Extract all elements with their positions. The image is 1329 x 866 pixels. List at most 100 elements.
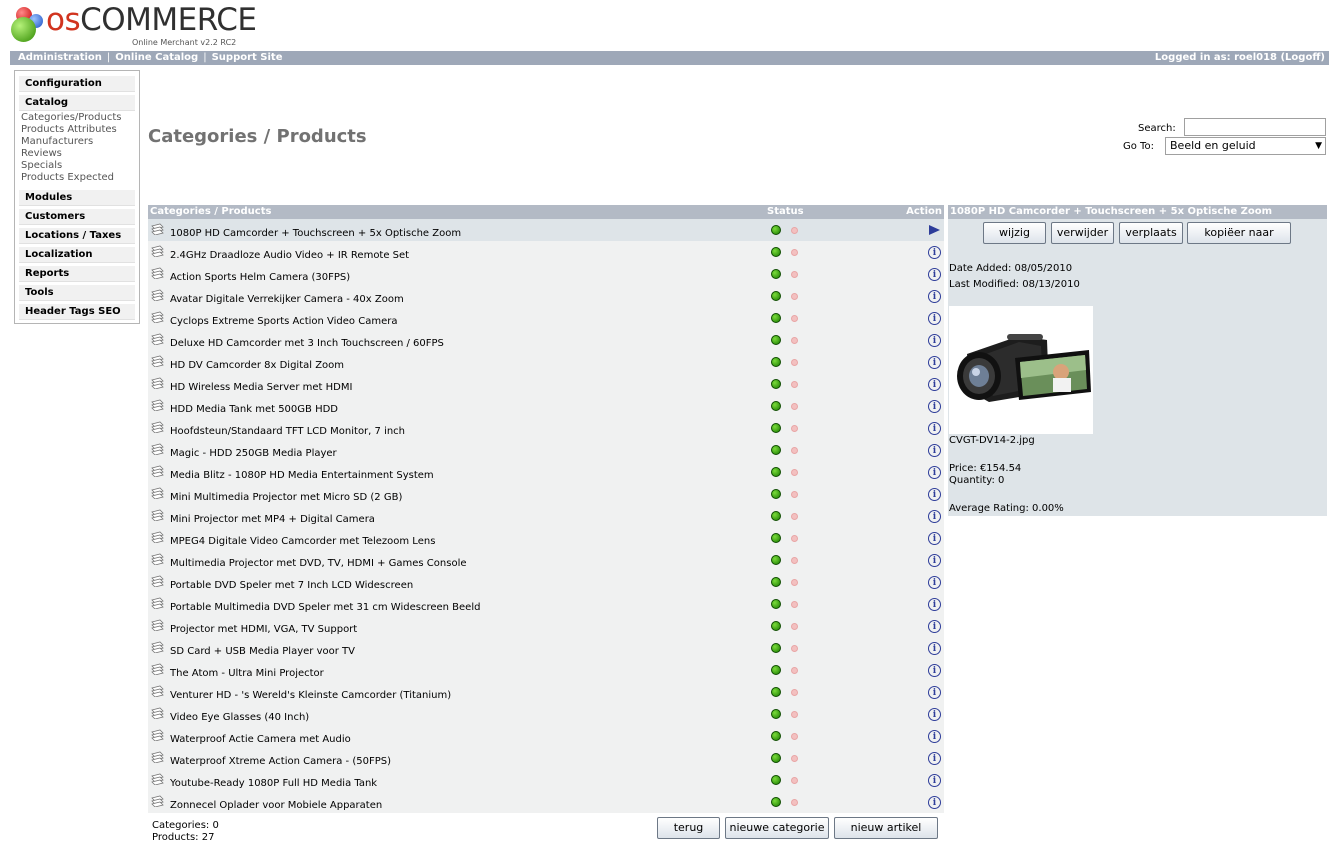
- product-preview-icon[interactable]: [151, 289, 164, 301]
- product-row[interactable]: HD DV Camcorder 8x Digital Zoom i: [148, 351, 944, 373]
- sidebar-item-tools[interactable]: Tools: [19, 285, 135, 301]
- edit-product-button[interactable]: wijzig: [983, 222, 1046, 244]
- status-red-icon[interactable]: [791, 689, 798, 696]
- product-name[interactable]: SD Card + USB Media Player voor TV: [170, 646, 355, 657]
- info-icon[interactable]: i: [928, 576, 941, 589]
- product-name[interactable]: Portable DVD Speler met 7 Inch LCD Wides…: [170, 580, 413, 591]
- product-row[interactable]: Mini Multimedia Projector met Micro SD (…: [148, 483, 944, 505]
- product-row[interactable]: Avatar Digitale Verrekijker Camera - 40x…: [148, 285, 944, 307]
- sidebar-subitem-reviews[interactable]: Reviews: [21, 148, 121, 160]
- sidebar-item-locations-taxes[interactable]: Locations / Taxes: [19, 228, 135, 244]
- product-name[interactable]: HD DV Camcorder 8x Digital Zoom: [170, 360, 344, 371]
- status-red-icon[interactable]: [791, 447, 798, 454]
- info-icon[interactable]: i: [928, 422, 941, 435]
- product-row[interactable]: MPEG4 Digitale Video Camcorder met Telez…: [148, 527, 944, 549]
- status-red-icon[interactable]: [791, 359, 798, 366]
- sidebar-item-modules[interactable]: Modules: [19, 190, 135, 206]
- search-input[interactable]: [1184, 118, 1326, 136]
- product-row[interactable]: 1080P HD Camcorder + Touchscreen + 5x Op…: [148, 219, 944, 241]
- product-preview-icon[interactable]: [151, 355, 164, 367]
- info-icon[interactable]: i: [928, 664, 941, 677]
- status-red-icon[interactable]: [791, 381, 798, 388]
- info-icon[interactable]: i: [928, 796, 941, 809]
- info-icon[interactable]: i: [928, 290, 941, 303]
- product-preview-icon[interactable]: [151, 531, 164, 543]
- online-catalog-link[interactable]: Online Catalog: [115, 52, 198, 63]
- sidebar-item-configuration[interactable]: Configuration: [19, 76, 135, 92]
- product-row[interactable]: The Atom - Ultra Mini Projector i: [148, 659, 944, 681]
- product-preview-icon[interactable]: [151, 685, 164, 697]
- status-red-icon[interactable]: [791, 777, 798, 784]
- product-name[interactable]: Multimedia Projector met DVD, TV, HDMI +…: [170, 558, 467, 569]
- support-site-link[interactable]: Support Site: [212, 52, 283, 63]
- logged-in-status[interactable]: Logged in as: roel018 (Logoff): [1155, 51, 1325, 65]
- product-row[interactable]: Action Sports Helm Camera (30FPS) i: [148, 263, 944, 285]
- product-preview-icon[interactable]: [151, 333, 164, 345]
- product-row[interactable]: Cyclops Extreme Sports Action Video Came…: [148, 307, 944, 329]
- status-red-icon[interactable]: [791, 711, 798, 718]
- info-icon[interactable]: i: [928, 752, 941, 765]
- product-preview-icon[interactable]: [151, 641, 164, 653]
- info-icon[interactable]: i: [928, 642, 941, 655]
- product-row[interactable]: Portable Multimedia DVD Speler met 31 cm…: [148, 593, 944, 615]
- product-preview-icon[interactable]: [151, 311, 164, 323]
- info-icon[interactable]: i: [928, 246, 941, 259]
- product-preview-icon[interactable]: [151, 751, 164, 763]
- product-name[interactable]: Action Sports Helm Camera (30FPS): [170, 272, 350, 283]
- info-icon[interactable]: i: [928, 774, 941, 787]
- delete-product-button[interactable]: verwijder: [1051, 222, 1114, 244]
- sidebar-subitem-specials[interactable]: Specials: [21, 160, 121, 172]
- info-icon[interactable]: i: [928, 686, 941, 699]
- status-red-icon[interactable]: [791, 271, 798, 278]
- product-name[interactable]: 2.4GHz Draadloze Audio Video + IR Remote…: [170, 250, 409, 261]
- product-name[interactable]: Hoofdsteun/Standaard TFT LCD Monitor, 7 …: [170, 426, 405, 437]
- administration-link[interactable]: Administration: [18, 52, 102, 63]
- product-preview-icon[interactable]: [151, 707, 164, 719]
- status-red-icon[interactable]: [791, 337, 798, 344]
- product-preview-icon[interactable]: [151, 377, 164, 389]
- sidebar-item-header-tags-seo[interactable]: Header Tags SEO: [19, 304, 135, 320]
- new-product-button[interactable]: nieuw artikel: [834, 817, 938, 839]
- back-button[interactable]: terug: [657, 817, 720, 839]
- info-icon[interactable]: i: [928, 598, 941, 611]
- status-red-icon[interactable]: [791, 579, 798, 586]
- status-red-icon[interactable]: [791, 623, 798, 630]
- info-icon[interactable]: i: [928, 444, 941, 457]
- product-row[interactable]: 2.4GHz Draadloze Audio Video + IR Remote…: [148, 241, 944, 263]
- oscommerce-logo[interactable]: osCOMMERCE Online Merchant v2.2 RC2: [10, 2, 257, 48]
- info-icon[interactable]: i: [928, 488, 941, 501]
- status-red-icon[interactable]: [791, 491, 798, 498]
- product-name[interactable]: Portable Multimedia DVD Speler met 31 cm…: [170, 602, 480, 613]
- sidebar-subitem-manufacturers[interactable]: Manufacturers: [21, 136, 121, 148]
- product-name[interactable]: Video Eye Glasses (40 Inch): [170, 712, 309, 723]
- product-row[interactable]: SD Card + USB Media Player voor TV i: [148, 637, 944, 659]
- status-red-icon[interactable]: [791, 601, 798, 608]
- info-icon[interactable]: i: [928, 334, 941, 347]
- product-name[interactable]: Venturer HD - 's Wereld's Kleinste Camco…: [170, 690, 451, 701]
- product-row[interactable]: HD Wireless Media Server met HDMI i: [148, 373, 944, 395]
- product-preview-icon[interactable]: [151, 575, 164, 587]
- status-red-icon[interactable]: [791, 249, 798, 256]
- product-row[interactable]: HDD Media Tank met 500GB HDD i: [148, 395, 944, 417]
- info-icon[interactable]: i: [928, 532, 941, 545]
- sidebar-subitem-categories-products[interactable]: Categories/Products: [21, 112, 121, 124]
- sidebar-item-catalog[interactable]: Catalog: [19, 95, 135, 111]
- info-icon[interactable]: i: [928, 620, 941, 633]
- copy-product-button[interactable]: kopiëer naar: [1187, 222, 1291, 244]
- product-row[interactable]: Multimedia Projector met DVD, TV, HDMI +…: [148, 549, 944, 571]
- product-row[interactable]: Projector met HDMI, VGA, TV Support i: [148, 615, 944, 637]
- status-red-icon[interactable]: [791, 557, 798, 564]
- product-name[interactable]: Media Blitz - 1080P HD Media Entertainme…: [170, 470, 434, 481]
- status-red-icon[interactable]: [791, 425, 798, 432]
- move-product-button[interactable]: verplaats: [1119, 222, 1183, 244]
- info-icon[interactable]: i: [928, 268, 941, 281]
- product-name[interactable]: Magic - HDD 250GB Media Player: [170, 448, 337, 459]
- info-icon[interactable]: i: [928, 312, 941, 325]
- info-icon[interactable]: i: [928, 554, 941, 567]
- product-row[interactable]: Youtube-Ready 1080P Full HD Media Tank i: [148, 769, 944, 791]
- product-preview-icon[interactable]: [151, 729, 164, 741]
- product-row[interactable]: Venturer HD - 's Wereld's Kleinste Camco…: [148, 681, 944, 703]
- product-preview-icon[interactable]: [151, 465, 164, 477]
- product-name[interactable]: Cyclops Extreme Sports Action Video Came…: [170, 316, 397, 327]
- product-preview-icon[interactable]: [151, 553, 164, 565]
